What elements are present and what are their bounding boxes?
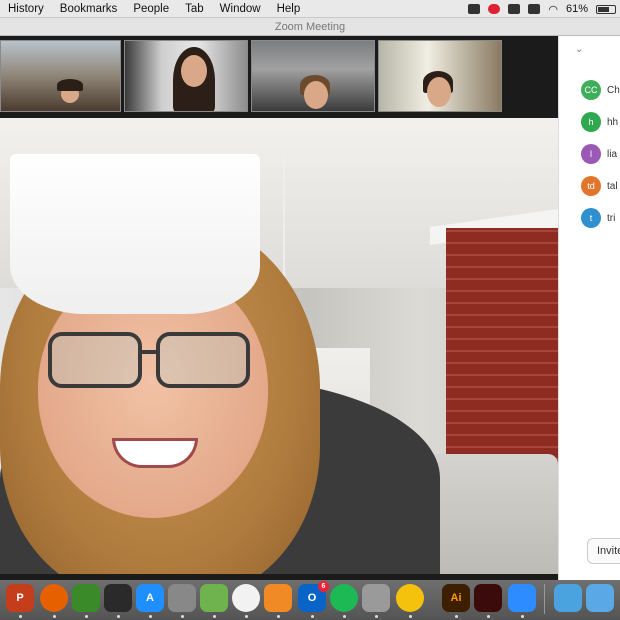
participant-name: tri <box>607 212 616 224</box>
illustrator-icon[interactable]: Ai <box>442 584 470 612</box>
shield-icon[interactable] <box>528 4 541 14</box>
dock-separator <box>544 584 545 614</box>
running-indicator <box>19 615 22 618</box>
participant-item[interactable]: t tri <box>581 202 620 234</box>
running-indicator <box>181 615 184 618</box>
participant-thumbnail[interactable] <box>0 40 121 112</box>
maps-icon[interactable] <box>200 584 228 612</box>
running-indicator <box>409 615 412 618</box>
participant-name: Ch <box>607 84 620 96</box>
running-indicator <box>311 615 314 618</box>
app-dark-icon[interactable] <box>104 584 132 612</box>
running-indicator <box>245 615 248 618</box>
menu-help[interactable]: Help <box>269 3 309 15</box>
running-indicator <box>85 615 88 618</box>
avatar: h <box>581 112 601 132</box>
applications-folder-icon[interactable] <box>586 584 614 612</box>
menu-window[interactable]: Window <box>212 3 269 15</box>
avatar: CC <box>581 80 601 100</box>
running-indicator <box>213 615 216 618</box>
folder-icon[interactable] <box>554 584 582 612</box>
participant-item[interactable]: l lia <box>581 138 620 170</box>
video-area <box>0 36 558 580</box>
participant-item[interactable]: CC Ch <box>581 74 620 106</box>
app-gray-icon[interactable] <box>362 584 390 612</box>
invite-button[interactable]: Invite <box>587 538 620 564</box>
menu-bookmarks[interactable]: Bookmarks <box>52 3 126 15</box>
app-store-icon[interactable]: A <box>136 584 164 612</box>
running-indicator <box>343 615 346 618</box>
running-indicator <box>487 615 490 618</box>
running-indicator <box>277 615 280 618</box>
running-indicator <box>117 615 120 618</box>
creative-cloud-icon[interactable] <box>508 4 521 14</box>
chef-hat <box>10 154 260 314</box>
thumbnail-strip <box>0 40 504 112</box>
powerpoint-icon[interactable]: P <box>6 584 34 612</box>
battery-percent: 61% <box>565 3 588 15</box>
menu-history[interactable]: History <box>0 3 52 15</box>
participant-name: hh <box>607 116 619 128</box>
app-green-icon[interactable] <box>72 584 100 612</box>
menu-bar: History Bookmarks People Tab Window Help… <box>0 0 620 18</box>
dock-icon-label: Ai <box>450 592 462 604</box>
main-speaker-video[interactable] <box>0 118 558 574</box>
chrome-icon[interactable] <box>396 584 424 612</box>
running-indicator <box>149 615 152 618</box>
participant-item[interactable]: td tal <box>581 170 620 202</box>
dock-icon-label: P <box>16 592 24 604</box>
acrobat-icon[interactable] <box>474 584 502 612</box>
spotify-icon[interactable] <box>330 584 358 612</box>
chevron-down-icon[interactable]: ⌄ <box>575 44 583 55</box>
running-indicator <box>375 615 378 618</box>
system-preferences-icon[interactable] <box>168 584 196 612</box>
photos-icon[interactable] <box>232 584 260 612</box>
participant-list: CC Ch h hh l lia td tal t tri <box>581 74 620 234</box>
running-indicator <box>521 615 524 618</box>
menu-tab[interactable]: Tab <box>177 3 212 15</box>
dock-icon-label: A <box>146 592 154 604</box>
participant-thumbnail[interactable] <box>251 40 375 112</box>
participant-name: lia <box>607 148 618 160</box>
close-status-icon[interactable] <box>488 4 501 14</box>
zoom-window: Zoom Meeting ⌄ CC Ch h hh l lia td tal t… <box>0 18 620 580</box>
outlook-icon[interactable]: O6 <box>298 581 329 612</box>
menu-people[interactable]: People <box>125 3 177 15</box>
dock-icon-label: O <box>307 592 317 604</box>
avatar: l <box>581 144 601 164</box>
zoom-icon[interactable] <box>508 584 536 612</box>
battery-icon[interactable] <box>596 4 616 14</box>
notification-badge: 6 <box>318 581 329 592</box>
glasses <box>48 332 252 390</box>
firefox-icon[interactable] <box>40 584 68 612</box>
window-title: Zoom Meeting <box>0 18 620 36</box>
books-icon[interactable] <box>264 584 292 612</box>
zoom-status-icon[interactable] <box>468 4 481 14</box>
status-area: ◠ 61% <box>468 0 616 18</box>
participant-item[interactable]: h hh <box>581 106 620 138</box>
running-indicator <box>53 615 56 618</box>
participants-panel: ⌄ CC Ch h hh l lia td tal t tri Invit <box>558 36 620 580</box>
avatar: td <box>581 176 601 196</box>
wifi-icon[interactable]: ◠ <box>548 3 558 16</box>
dock: P A O 6 Ai <box>0 580 620 620</box>
participant-name: tal <box>607 180 618 192</box>
participant-thumbnail[interactable] <box>124 40 248 112</box>
running-indicator <box>455 615 458 618</box>
avatar: t <box>581 208 601 228</box>
participant-thumbnail[interactable] <box>378 40 502 112</box>
